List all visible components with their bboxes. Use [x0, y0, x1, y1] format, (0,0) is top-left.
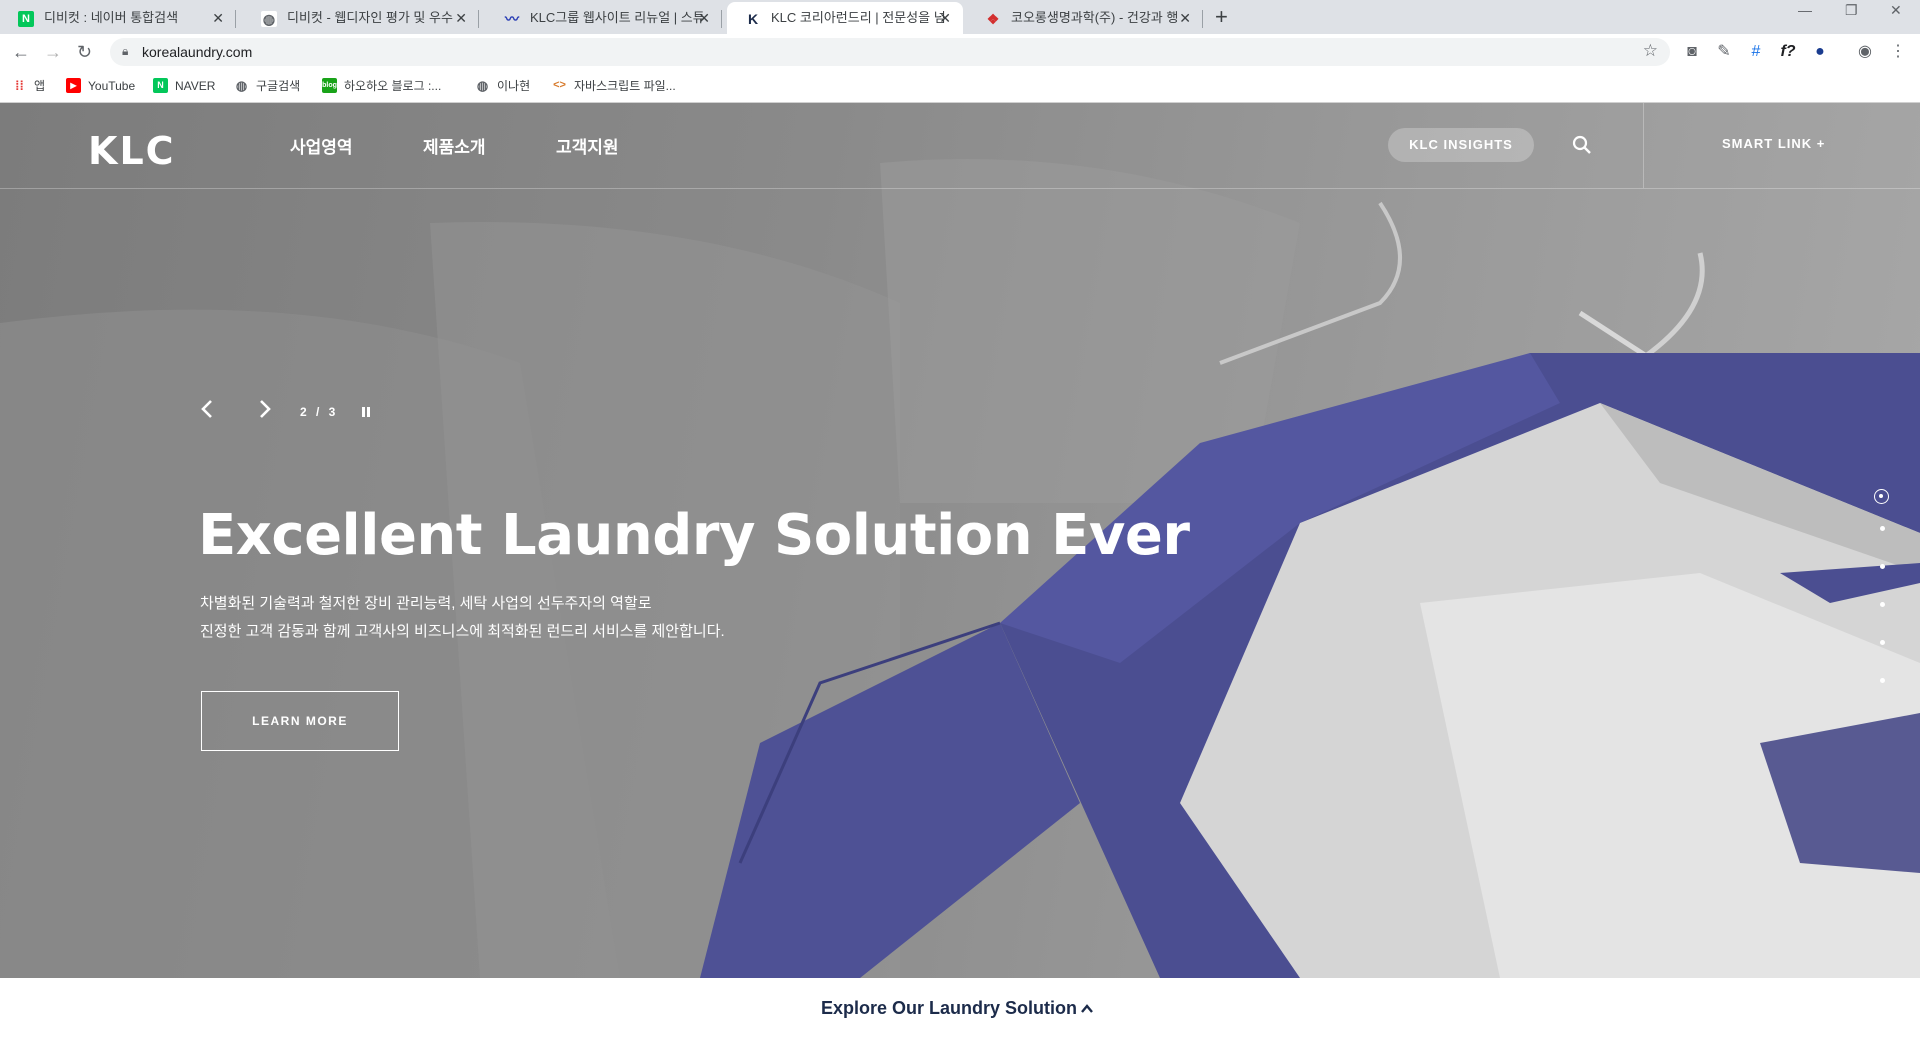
bookmark-label: 구글검색 [256, 79, 301, 93]
minimize-icon[interactable]: — [1798, 2, 1812, 18]
pagination-dot-active[interactable] [1874, 489, 1889, 504]
bookmark-item[interactable]: ▶ YouTube [66, 76, 135, 96]
bookmark-item[interactable]: N NAVER [153, 76, 215, 96]
eyedropper-icon[interactable]: ✎ [1714, 42, 1734, 62]
bookmark-label: 앱 [34, 79, 46, 93]
bookmark-item[interactable]: ◍ 이나현 [475, 76, 530, 96]
forward-icon[interactable]: → [44, 40, 62, 64]
klc-insights-button[interactable]: KLC INSIGHTS [1388, 128, 1534, 162]
code-icon: <> [553, 79, 566, 91]
tab-separator [1202, 10, 1203, 28]
back-icon[interactable]: ← [12, 40, 30, 64]
profile-icon[interactable]: ◉ [1855, 42, 1875, 62]
blog-icon: blog [322, 78, 337, 93]
font-extension-icon[interactable]: f? [1778, 42, 1798, 62]
nav-item-products[interactable]: 제품소개 [423, 133, 486, 158]
address-bar-row: ← → ↻ 🔒︎ korealaundry.com ☆ ◙ ✎ # f? ● ◉… [0, 34, 1920, 70]
naver-icon: N [18, 11, 34, 27]
restore-icon[interactable]: ❐ [1845, 2, 1858, 19]
klc-logo[interactable]: KLC [88, 129, 176, 173]
youtube-icon: ▶ [66, 78, 81, 93]
smart-link-button[interactable]: SMART LINK + [1722, 136, 1825, 151]
extension-circle-icon[interactable]: ● [1810, 42, 1830, 62]
slider-prev-icon[interactable] [200, 398, 214, 420]
pagination-dot[interactable] [1880, 602, 1885, 607]
tab-title: 디비컷 - 웹디자인 평가 및 우수 [287, 10, 453, 25]
nav-item-support[interactable]: 고객지원 [556, 133, 619, 158]
bookmarks-bar: ⁞⁞ 앱 ▶ YouTube N NAVER ◍ 구글검색 blog 하오하오 … [0, 70, 1920, 103]
tab-title: KLC 코리아런드리 | 전문성을 넘 [771, 10, 946, 25]
chevron-up-icon[interactable] [1080, 1002, 1094, 1016]
bookmark-label: 하오하오 블로그 :... [344, 79, 442, 93]
close-icon[interactable]: ✕ [1179, 2, 1191, 34]
close-icon[interactable]: ✕ [455, 2, 467, 34]
new-tab-button[interactable]: + [1215, 5, 1228, 29]
search-icon[interactable] [1572, 135, 1592, 155]
pagination-dot[interactable] [1880, 564, 1885, 569]
tab-title: KLC그룹 웹사이트 리뉴얼 | 스튜 [530, 10, 705, 25]
lock-icon: 🔒︎ [122, 44, 129, 58]
tab-title: 코오롱생명과학(주) - 건강과 행 [1011, 10, 1179, 25]
site-header: KLC 사업영역 제품소개 고객지원 KLC INSIGHTS SMART LI… [0, 103, 1920, 189]
explore-bar[interactable]: Explore Our Laundry Solution [0, 978, 1920, 1040]
learn-more-button[interactable]: LEARN MORE [201, 691, 399, 751]
slider-next-icon[interactable] [258, 398, 272, 420]
grid-extension-icon[interactable]: # [1746, 42, 1766, 62]
tab-separator [478, 10, 479, 28]
browser-tab[interactable]: ◍ 디비컷 - 웹디자인 평가 및 우수 ✕ [243, 2, 479, 34]
bookmark-item[interactable]: blog 하오하오 블로그 :... [322, 76, 441, 96]
hero-description-line: 진정한 고객 감동과 함께 고객사의 비즈니스에 최적화된 런드리 서비스를 제… [200, 623, 725, 640]
klc-icon: K [747, 11, 759, 27]
bookmark-label: YouTube [88, 79, 136, 93]
tab-separator [721, 10, 722, 28]
bookmark-label: 이나현 [497, 79, 531, 93]
globe-icon: ◍ [261, 11, 277, 27]
close-icon[interactable]: ✕ [939, 2, 951, 34]
bookmark-label: 자바스크립트 파일... [574, 79, 676, 93]
browser-tab[interactable]: 〰 KLC그룹 웹사이트 리뉴얼 | 스튜 ✕ [486, 2, 722, 34]
browser-tab[interactable]: ❖ 코오롱생명과학(주) - 건강과 행 ✕ [967, 2, 1203, 34]
pause-icon[interactable] [361, 407, 371, 417]
hero-description-line: 차별화된 기술력과 철저한 장비 관리능력, 세탁 사업의 선두주자의 역할로 [200, 595, 652, 612]
apps-grid-icon: ⁞⁞ [15, 78, 24, 93]
hero-headline: Excellent Laundry Solution Ever [198, 503, 1190, 568]
tab-title: 디비컷 : 네이버 통합검색 [44, 10, 179, 25]
bookmark-item[interactable]: <> 자바스크립트 파일... [552, 76, 676, 96]
page-viewport: KLC 사업영역 제품소개 고객지원 KLC INSIGHTS SMART LI… [0, 103, 1920, 1040]
pagination-dot[interactable] [1880, 526, 1885, 531]
slide-counter: 2 / 3 [300, 405, 339, 419]
globe-icon: ◍ [476, 78, 489, 93]
bookmark-label: NAVER [175, 79, 216, 93]
camera-icon[interactable]: ◙ [1682, 42, 1702, 62]
nav-item-business[interactable]: 사업영역 [290, 133, 353, 158]
bookmark-item[interactable]: ⁞⁞ 앱 [12, 76, 45, 96]
close-window-icon[interactable]: ✕ [1890, 2, 1902, 19]
hero-description: 차별화된 기술력과 철저한 장비 관리능력, 세탁 사업의 선두주자의 역할로 … [200, 590, 725, 646]
pagination-dot[interactable] [1880, 678, 1885, 683]
naver-icon: N [153, 78, 168, 93]
reload-icon[interactable]: ↻ [77, 40, 92, 64]
browser-tab[interactable]: N 디비컷 : 네이버 통합검색 ✕ [0, 2, 236, 34]
tab-separator [235, 10, 236, 28]
header-divider [1643, 103, 1644, 188]
menu-dots-icon[interactable]: ⋮ [1888, 42, 1908, 62]
url-text[interactable]: korealaundry.com [142, 44, 252, 60]
omnibox[interactable]: 🔒︎ korealaundry.com ☆ [110, 38, 1670, 66]
bookmark-star-icon[interactable]: ☆ [1643, 41, 1658, 61]
hero-section: KLC 사업영역 제품소개 고객지원 KLC INSIGHTS SMART LI… [0, 103, 1920, 978]
tab-strip: N 디비컷 : 네이버 통합검색 ✕ ◍ 디비컷 - 웹디자인 평가 및 우수 … [0, 0, 1920, 34]
pagination-dot[interactable] [1880, 640, 1885, 645]
explore-label[interactable]: Explore Our Laundry Solution [821, 998, 1077, 1019]
globe-icon: ◍ [235, 78, 248, 93]
close-icon[interactable]: ✕ [212, 2, 224, 34]
wave-icon: 〰 [505, 11, 519, 27]
close-icon[interactable]: ✕ [698, 2, 710, 34]
browser-tab-active[interactable]: K KLC 코리아런드리 | 전문성을 넘 ✕ [727, 2, 963, 34]
bookmark-item[interactable]: ◍ 구글검색 [234, 76, 300, 96]
kolon-icon: ❖ [986, 11, 1000, 27]
